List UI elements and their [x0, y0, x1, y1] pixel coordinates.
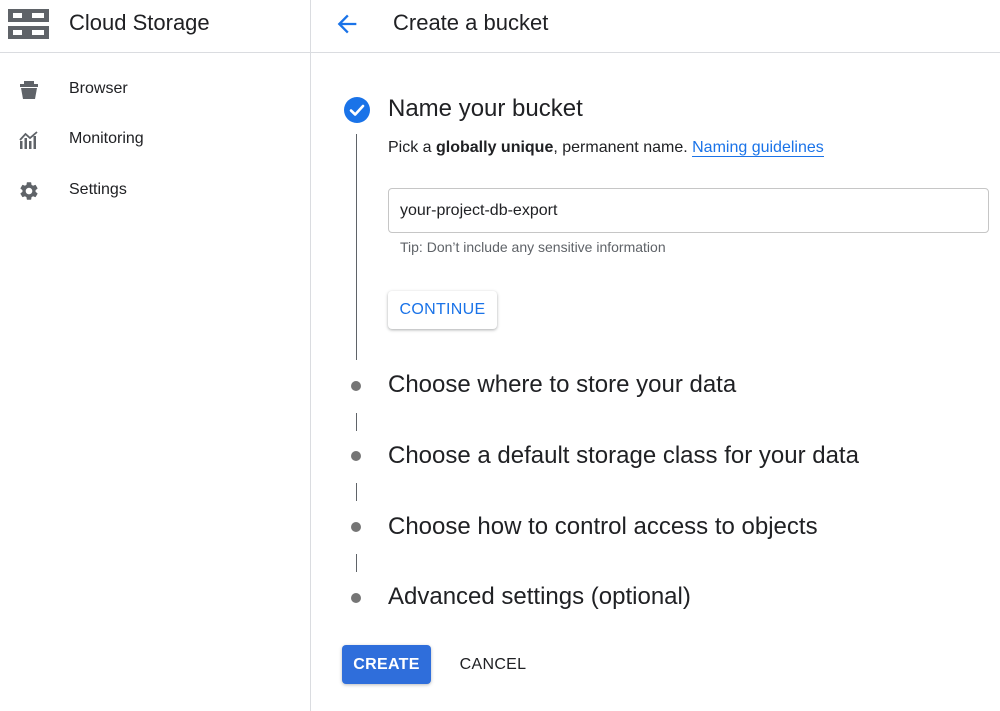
- bucket-name-input[interactable]: [388, 188, 989, 233]
- page-header: Create a bucket: [311, 0, 1000, 53]
- naming-guidelines-link[interactable]: Naming guidelines: [692, 139, 824, 157]
- step-connector: [356, 413, 357, 431]
- bucket-icon: [20, 81, 38, 99]
- product-name: Cloud Storage: [69, 10, 210, 35]
- step-title-advanced-settings[interactable]: Advanced settings (optional): [388, 583, 691, 611]
- input-tip: Tip: Don’t include any sensitive informa…: [400, 239, 666, 255]
- step-dot: [351, 451, 361, 461]
- check-circle-icon: [344, 97, 370, 123]
- create-button[interactable]: CREATE: [342, 645, 431, 684]
- step-connector: [356, 554, 357, 572]
- sidebar-item-monitoring[interactable]: Monitoring: [0, 120, 310, 160]
- description-bold-text: globally unique: [436, 139, 554, 156]
- sidebar-header: Cloud Storage: [0, 0, 310, 53]
- continue-button[interactable]: CONTINUE: [388, 291, 497, 329]
- step-description: Pick a globally unique, permanent name. …: [388, 139, 824, 157]
- step-title-access-control[interactable]: Choose how to control access to objects: [388, 513, 818, 541]
- sidebar: Cloud Storage Browser Monitoring Setting…: [0, 0, 311, 711]
- step-dot: [351, 593, 361, 603]
- step-title-name-bucket[interactable]: Name your bucket: [388, 95, 583, 123]
- sidebar-item-label: Settings: [69, 181, 127, 198]
- description-text: Pick a: [388, 139, 437, 156]
- step-title-location[interactable]: Choose where to store your data: [388, 371, 736, 399]
- cancel-button[interactable]: CANCEL: [450, 645, 536, 684]
- page-title: Create a bucket: [393, 10, 549, 35]
- chart-icon: [19, 131, 38, 149]
- step-connector: [356, 483, 357, 501]
- step-connector: [356, 134, 357, 360]
- step-title-storage-class[interactable]: Choose a default storage class for your …: [388, 442, 859, 470]
- gear-icon: [20, 182, 38, 200]
- sidebar-item-label: Monitoring: [69, 130, 144, 147]
- storage-icon: [8, 9, 49, 39]
- sidebar-item-settings[interactable]: Settings: [0, 171, 310, 211]
- arrow-back-icon[interactable]: [333, 10, 361, 38]
- step-dot: [351, 522, 361, 532]
- sidebar-item-browser[interactable]: Browser: [0, 70, 310, 110]
- step-dot: [351, 381, 361, 391]
- description-text: , permanent name.: [553, 139, 693, 156]
- sidebar-item-label: Browser: [69, 80, 128, 97]
